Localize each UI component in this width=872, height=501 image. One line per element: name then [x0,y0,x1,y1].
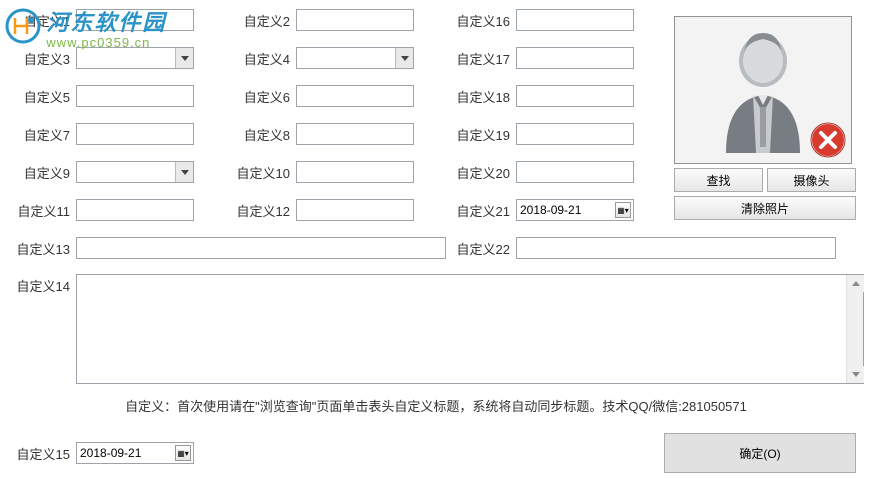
label-f7: 自定义7 [8,125,76,144]
label-f6: 自定义6 [228,87,296,106]
label-f4: 自定义4 [228,49,296,68]
input-f13[interactable] [76,237,446,259]
date-value-f15: 2018-09-21 [80,446,141,460]
input-f18[interactable] [516,85,634,107]
label-f12: 自定义12 [228,201,296,220]
input-f11[interactable] [76,199,194,221]
input-f12[interactable] [296,199,414,221]
input-f16[interactable] [516,9,634,31]
datepicker-f15[interactable]: 2018-09-21 ▦▾ [76,442,194,464]
label-f15: 自定义15 [8,444,76,463]
ok-label: 确定(O) [739,447,780,461]
input-f10[interactable] [296,161,414,183]
camera-label: 摄像头 [793,172,829,189]
label-f20: 自定义20 [448,163,516,182]
label-f17: 自定义17 [448,49,516,68]
avatar-placeholder-icon [708,25,818,155]
input-f19[interactable] [516,123,634,145]
textarea-f14[interactable] [76,274,864,384]
input-f8[interactable] [296,123,414,145]
label-f11: 自定义11 [8,201,76,220]
label-f13: 自定义13 [8,239,76,258]
label-f14: 自定义14 [8,274,76,384]
photo-preview [674,16,852,164]
label-f8: 自定义8 [228,125,296,144]
find-label: 查找 [706,172,730,189]
hint-text: 自定义：首次使用请在"浏览查询"页面单击表头自定义标题，系统将自动同步标题。技术… [8,396,864,415]
input-f6[interactable] [296,85,414,107]
input-f20[interactable] [516,161,634,183]
label-f19: 自定义19 [448,125,516,144]
select-f4[interactable] [296,47,414,69]
label-f21: 自定义21 [448,201,516,220]
datepicker-f21[interactable]: 2018-09-21 ▦▾ [516,199,634,221]
label-f16: 自定义16 [448,11,516,30]
input-f1[interactable] [76,9,194,31]
find-button[interactable]: 查找 [674,168,763,192]
scrollbar[interactable] [846,275,863,383]
label-f2: 自定义2 [228,11,296,30]
date-value-f21: 2018-09-21 [520,203,581,217]
label-f3: 自定义3 [8,49,76,68]
input-f5[interactable] [76,85,194,107]
delete-icon [809,121,847,159]
scroll-up-icon [847,275,864,292]
select-f3[interactable] [76,47,194,69]
label-f5: 自定义5 [8,87,76,106]
label-f9: 自定义9 [8,163,76,182]
calendar-icon: ▦▾ [175,445,191,461]
select-f9[interactable] [76,161,194,183]
label-f10: 自定义10 [228,163,296,182]
clear-photo-button[interactable]: 清除照片 [674,196,856,220]
input-f17[interactable] [516,47,634,69]
label-f22: 自定义22 [448,239,516,258]
calendar-icon: ▦▾ [615,202,631,218]
input-f2[interactable] [296,9,414,31]
clear-photo-label: 清除照片 [741,200,789,217]
label-f1: 自定义1 [8,11,76,30]
input-f22[interactable] [516,237,836,259]
ok-button[interactable]: 确定(O) [664,433,856,473]
camera-button[interactable]: 摄像头 [767,168,856,192]
scroll-down-icon [847,366,864,383]
input-f7[interactable] [76,123,194,145]
label-f18: 自定义18 [448,87,516,106]
